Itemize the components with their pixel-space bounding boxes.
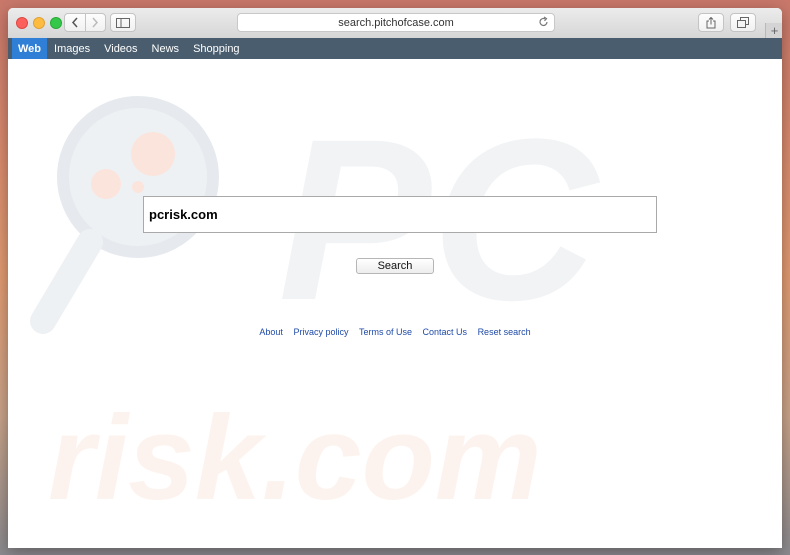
chevron-right-icon (92, 17, 99, 28)
nav-tab-news[interactable]: News (145, 38, 187, 59)
footer-link-about[interactable]: About (259, 327, 283, 337)
nav-tab-images[interactable]: Images (47, 38, 97, 59)
plus-icon: + (770, 23, 779, 38)
chevron-left-icon (71, 17, 78, 28)
nav-tab-web[interactable]: Web (12, 38, 48, 59)
nav-tab-videos[interactable]: Videos (97, 38, 144, 59)
forward-button[interactable] (86, 14, 106, 31)
new-tab-button[interactable]: + (765, 23, 782, 38)
browser-window: search.pitchofcase.com + Web Images Vide… (8, 8, 782, 548)
share-icon (706, 16, 716, 28)
maximize-window-button[interactable] (50, 17, 62, 29)
nav-button-group (64, 13, 106, 32)
search-input[interactable] (143, 196, 657, 233)
browser-toolbar: search.pitchofcase.com + (8, 8, 782, 39)
reload-icon (539, 16, 548, 27)
pcrisk-watermark: PC risk.com (30, 91, 600, 525)
reload-button[interactable] (538, 16, 549, 31)
address-bar[interactable]: search.pitchofcase.com (237, 13, 555, 32)
close-window-button[interactable] (16, 17, 28, 29)
nav-tab-shopping[interactable]: Shopping (186, 38, 247, 59)
footer-link-privacy-policy[interactable]: Privacy policy (293, 327, 348, 337)
back-button[interactable] (65, 14, 86, 31)
footer-link-reset-search[interactable]: Reset search (478, 327, 531, 337)
sidebar-button[interactable] (110, 13, 136, 32)
footer-link-contact-us[interactable]: Contact Us (423, 327, 468, 337)
search-navbar: Web Images Videos News Shopping (8, 38, 782, 59)
search-button[interactable]: Search (356, 258, 434, 274)
watermark-risk-text: risk.com (48, 391, 542, 525)
tabs-icon (737, 17, 749, 28)
footer-link-terms-of-use[interactable]: Terms of Use (359, 327, 412, 337)
minimize-window-button[interactable] (33, 17, 45, 29)
share-button[interactable] (698, 13, 724, 32)
footer-links: About Privacy policy Terms of Use Contac… (8, 327, 782, 337)
sidebar-icon (116, 17, 130, 28)
page-content: PC risk.com Search About Privacy policy … (8, 59, 782, 548)
show-tabs-button[interactable] (730, 13, 756, 32)
url-text: search.pitchofcase.com (338, 16, 454, 29)
